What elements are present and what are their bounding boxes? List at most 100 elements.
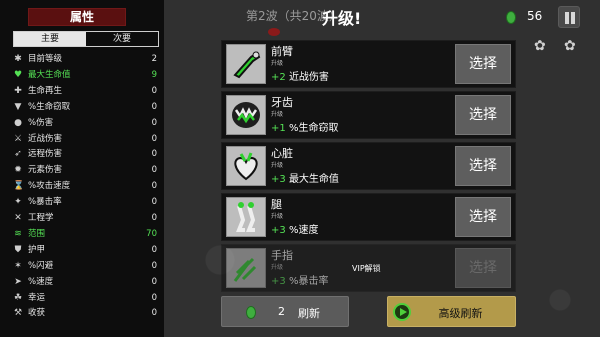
upgrade-name: 前臂 <box>271 45 293 58</box>
select-button[interactable]: 选择 <box>455 146 511 186</box>
upgrade-effect: +3 %暴击率 <box>271 272 328 287</box>
stat-label: 幸运 <box>28 292 46 303</box>
material-count: 56 <box>527 9 543 23</box>
refresh-cost: 2 <box>278 305 285 318</box>
stats-panel: 属性 主要 次要 ✱ 目前等级 2 ♥ 最大生命值 9 ✚ 生命再生 0 ▼ %生命窃取 0 ● %伤害 0… <box>0 0 164 337</box>
regen-icon: ✚ <box>14 85 22 96</box>
stat-row: ✚ 生命再生 0 <box>13 84 159 98</box>
advanced-refresh-label: 高级刷新 <box>438 307 483 320</box>
stat-value: 9 <box>151 69 157 80</box>
stat-label: 目前等级 <box>28 54 63 64</box>
heart-organ-icon <box>226 146 266 186</box>
crit-icon: ✦ <box>14 197 22 208</box>
stat-row: ⌛ %攻击速度 0 <box>13 179 159 193</box>
upgrade-level: 升级 <box>271 213 284 220</box>
upgrade-name: 手指 <box>271 249 293 262</box>
refresh-button[interactable]: 2 刷新 <box>221 296 349 327</box>
stat-value: 0 <box>151 149 157 160</box>
engineering-icon: ✕ <box>14 213 22 223</box>
level-icon: ✱ <box>14 54 22 64</box>
elemental-icon: ✹ <box>14 165 22 176</box>
stat-label: %生命窃取 <box>28 101 71 112</box>
ranged-icon: ➶ <box>14 149 22 160</box>
material-icon <box>246 306 256 319</box>
tab-secondary[interactable]: 次要 <box>86 32 158 46</box>
advanced-refresh-button[interactable]: 高级刷新 <box>387 296 516 327</box>
stat-label: 远程伤害 <box>28 149 63 160</box>
stat-value: 0 <box>151 85 157 96</box>
stat-value: 2 <box>151 54 157 64</box>
upgrade-card: 牙齿 升级 +1 %生命窃取 选择 <box>221 91 516 139</box>
stat-label: 收获 <box>28 308 46 319</box>
stat-value: 70 <box>146 228 157 239</box>
stat-value: 0 <box>151 276 157 287</box>
pending-levelup-icon: ✿ <box>564 38 576 54</box>
stat-label: 工程学 <box>28 213 54 223</box>
stat-label: %闪避 <box>28 260 54 271</box>
stat-label: 最大生命值 <box>28 69 71 80</box>
armor-icon: ⛊ <box>14 244 22 255</box>
select-button[interactable]: 选择 <box>455 197 511 237</box>
dodge-icon: ✶ <box>14 260 22 271</box>
upgrade-effect-text: 近战伤害 <box>288 72 329 83</box>
upgrade-card: 前臂 升级 +2 近战伤害 选择 <box>221 40 516 88</box>
stat-row: ⚒ 收获 0 <box>13 306 159 320</box>
legs-icon <box>226 197 266 237</box>
stat-label: 范围 <box>28 228 46 239</box>
upgrade-bonus: +3 <box>271 225 286 236</box>
stat-value: 0 <box>151 308 157 319</box>
stats-tabs: 主要 次要 <box>13 31 159 47</box>
levelup-title: 升级! <box>322 9 362 28</box>
teeth-icon <box>226 95 266 135</box>
stat-row: ☘ 幸运 0 <box>13 291 159 305</box>
upgrade-effect-text: %生命窃取 <box>288 123 339 134</box>
upgrade-level: 升级 <box>271 264 284 271</box>
stat-row: ✹ 元素伤害 0 <box>13 163 159 177</box>
upgrade-effect-text: 最大生命值 <box>288 174 339 185</box>
luck-icon: ☘ <box>13 292 23 303</box>
stat-row: ✦ %暴击率 0 <box>13 195 159 209</box>
fang-icon: ▼ <box>14 101 22 112</box>
range-icon: ≋ <box>14 228 22 239</box>
upgrade-bonus: +2 <box>271 72 286 83</box>
fingers-icon <box>226 248 266 288</box>
stats-title: 属性 <box>69 10 94 24</box>
upgrade-bonus: +3 <box>271 276 286 287</box>
stat-label: %攻击速度 <box>28 181 71 192</box>
stat-row: ▼ %生命窃取 0 <box>13 100 159 114</box>
select-button[interactable]: 选择 <box>455 44 511 84</box>
stat-value: 0 <box>151 213 157 223</box>
stat-label: 生命再生 <box>28 85 63 96</box>
stat-label: %速度 <box>28 276 54 287</box>
wave-counter: 第2波（共20波） <box>246 9 332 23</box>
tab-primary[interactable]: 主要 <box>14 32 86 46</box>
stat-value: 0 <box>151 181 157 192</box>
stat-value: 0 <box>151 292 157 303</box>
stat-row: ✕ 工程学 0 <box>13 211 159 225</box>
stat-row: ➤ %速度 0 <box>13 275 159 289</box>
blood-splat <box>268 28 280 36</box>
upgrade-effect: +3 %速度 <box>271 221 318 236</box>
stat-label: %伤害 <box>28 117 54 128</box>
forearm-icon <box>226 44 266 84</box>
upgrade-effect: +2 近战伤害 <box>271 68 329 83</box>
stat-row: ✶ %闪避 0 <box>13 259 159 273</box>
upgrade-bonus: +1 <box>271 123 286 134</box>
heart-icon: ♥ <box>13 69 23 80</box>
stat-row: ⚔ 近战伤害 0 <box>13 132 159 146</box>
upgrade-name: 牙齿 <box>271 96 293 109</box>
upgrade-effect-text: %暴击率 <box>288 276 329 287</box>
damage-icon: ● <box>14 117 22 128</box>
refresh-label: 刷新 <box>298 307 320 320</box>
harvest-icon: ⚒ <box>13 308 23 319</box>
pause-button[interactable] <box>558 6 580 28</box>
select-button[interactable]: 选择 <box>455 95 511 135</box>
upgrade-effect: +1 %生命窃取 <box>271 119 338 134</box>
upgrade-name: 腿 <box>271 198 282 211</box>
stat-row: ➶ 远程伤害 0 <box>13 147 159 161</box>
upgrade-name: 心脏 <box>271 147 293 160</box>
stat-label: 护甲 <box>28 244 46 255</box>
material-icon <box>506 11 516 24</box>
speed-icon: ➤ <box>14 276 22 287</box>
stat-value: 0 <box>151 260 157 271</box>
